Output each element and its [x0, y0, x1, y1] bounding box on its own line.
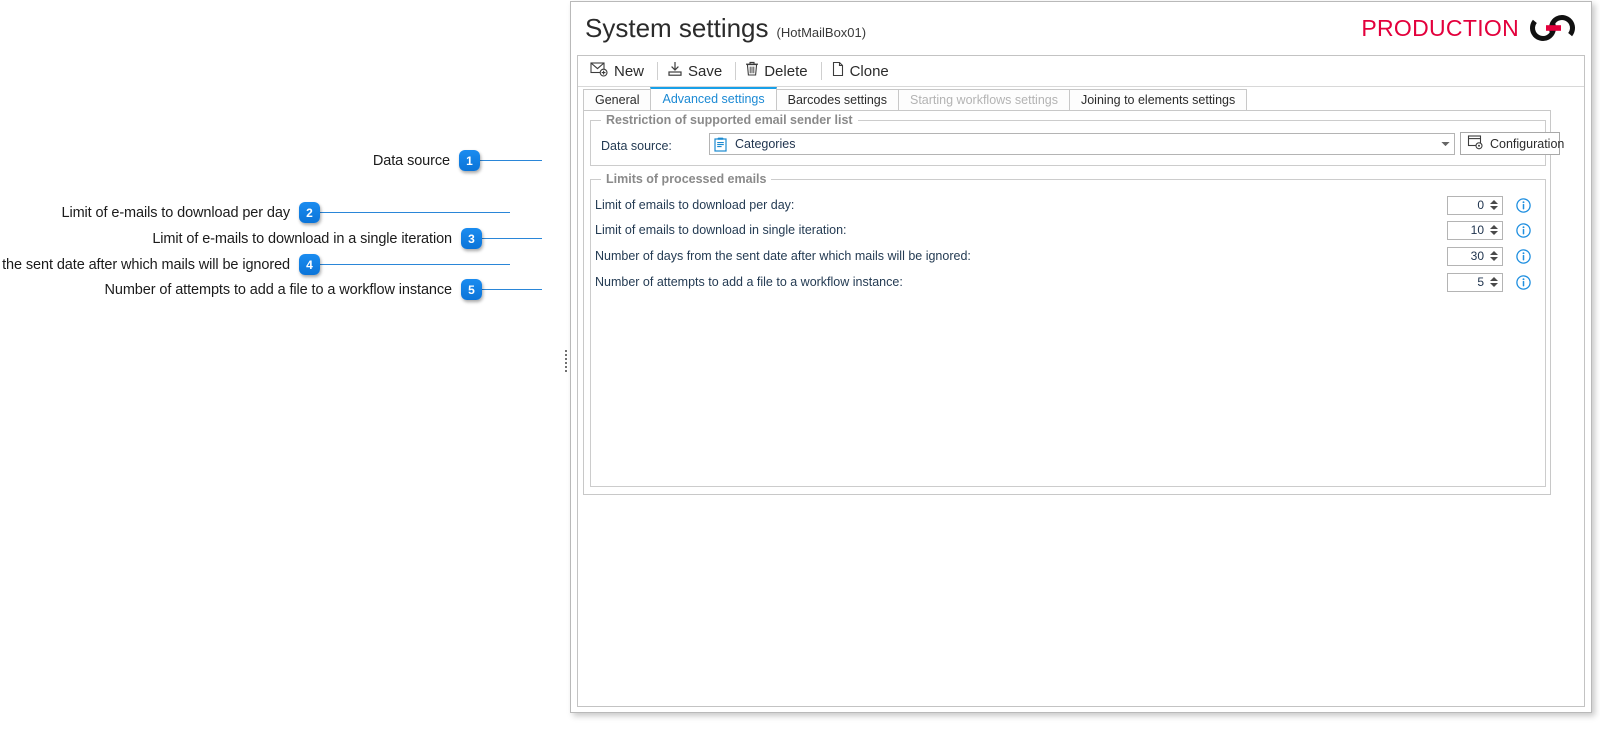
tab-joining-to-elements-settings[interactable]: Joining to elements settings: [1068, 89, 1248, 110]
advanced-settings-page: Restriction of supported email sender li…: [583, 110, 1564, 495]
limit-row-2-stepper[interactable]: [1488, 248, 1502, 265]
restriction-groupbox: Restriction of supported email sender li…: [590, 113, 1564, 166]
save-button[interactable]: Save: [663, 60, 730, 82]
callout-5: Number of attempts to add a file to a wo…: [104, 279, 542, 300]
stepper-down-icon[interactable]: [1490, 231, 1498, 235]
callout-1-badge: 1: [459, 150, 480, 171]
clone-button[interactable]: Clone: [827, 60, 897, 82]
tab-starting-workflows-settings: Starting workflows settings: [898, 89, 1070, 110]
info-icon[interactable]: [1516, 197, 1531, 213]
limit-row-0-label: Limit of emails to download per day:: [595, 198, 795, 212]
tab-general[interactable]: General: [583, 89, 652, 110]
stepper-up-icon[interactable]: [1490, 225, 1498, 229]
toolbar-separator-2: [735, 62, 737, 80]
limit-row-1-stepper[interactable]: [1488, 222, 1502, 239]
clone-button-label: Clone: [849, 62, 889, 80]
limits-groupbox-title: Limits of processed emails: [601, 172, 772, 186]
limit-row-3-label: Number of attempts to add a file to a wo…: [595, 275, 903, 289]
limit-row-1-value: 10: [1470, 223, 1484, 237]
brand-area: PRODUCTION: [1361, 13, 1577, 43]
chain-link-logo-icon: [1529, 13, 1577, 43]
restriction-groupbox-title: Restriction of supported email sender li…: [601, 113, 858, 127]
settings-tabstrip: General Advanced settings Barcodes setti…: [578, 87, 1584, 110]
save-icon: [667, 61, 683, 81]
callout-3-badge: 3: [461, 228, 482, 249]
trash-icon: [745, 61, 759, 81]
callout-1-leader: [480, 160, 542, 161]
info-icon[interactable]: [1516, 248, 1531, 264]
form-gear-icon: [1467, 134, 1484, 153]
splitter-grip[interactable]: [565, 350, 567, 374]
configuration-button[interactable]: Configuration: [1460, 132, 1564, 155]
stepper-down-icon[interactable]: [1490, 257, 1498, 261]
callout-5-label: Number of attempts to add a file to a wo…: [104, 281, 452, 298]
info-icon[interactable]: [1516, 222, 1531, 238]
toolbar-separator-3: [820, 62, 822, 80]
window-titlebar: System settings (HotMailBox01) PRODUCTIO…: [571, 2, 1591, 54]
callout-3: Limit of e-mails to download in a single…: [152, 228, 542, 249]
callout-1-label: Data source: [372, 152, 450, 169]
copy-page-icon: [831, 61, 845, 81]
new-button[interactable]: New: [586, 60, 652, 82]
tab-advanced-settings[interactable]: Advanced settings: [650, 87, 777, 110]
toolbar-separator-1: [657, 62, 659, 80]
delete-button[interactable]: Delete: [741, 60, 815, 82]
page-subtitle: (HotMailBox01): [776, 24, 867, 40]
callout-5-badge: 5: [461, 279, 482, 300]
callout-3-label: Limit of e-mails to download in a single…: [152, 230, 452, 247]
stepper-down-icon[interactable]: [1490, 283, 1498, 287]
configuration-button-label: Configuration: [1490, 136, 1565, 151]
callout-4-leader: [320, 264, 510, 265]
limit-row-1-spinner[interactable]: 10: [1447, 220, 1503, 240]
save-button-label: Save: [688, 62, 723, 80]
callout-4-label: Number of days from the sent date after …: [0, 256, 290, 273]
stepper-up-icon[interactable]: [1490, 251, 1498, 255]
limit-row-1-label: Limit of emails to download in single it…: [595, 223, 847, 237]
callout-2-leader: [320, 212, 510, 213]
callout-2-badge: 2: [299, 202, 320, 223]
chevron-down-icon[interactable]: [1436, 141, 1454, 147]
info-icon[interactable]: [1516, 274, 1531, 290]
limit-row-0-value: 0: [1477, 198, 1484, 212]
limit-row-3-stepper[interactable]: [1488, 274, 1502, 291]
stepper-up-icon[interactable]: [1490, 200, 1498, 204]
callout-2-label: Limit of e-mails to download per day: [61, 204, 290, 221]
new-mail-icon: [590, 61, 609, 81]
limit-row: Limit of emails to download per day: 0: [591, 194, 1545, 216]
limit-row-2-value: 30: [1470, 249, 1484, 263]
callout-1: Data source 1: [373, 150, 542, 171]
stepper-up-icon[interactable]: [1490, 277, 1498, 281]
delete-button-label: Delete: [764, 62, 808, 80]
environment-badge: PRODUCTION: [1361, 14, 1519, 41]
callout-3-leader: [482, 238, 542, 239]
data-source-label: Data source:: [601, 139, 672, 153]
callout-4-badge: 4: [299, 254, 320, 275]
callout-2: Limit of e-mails to download per day 2: [61, 202, 510, 223]
limit-row: Number of attempts to add a file to a wo…: [591, 271, 1545, 293]
list-document-icon: [714, 137, 727, 152]
limit-row-3-value: 5: [1477, 275, 1484, 289]
limits-groupbox: Limits of processed emails Limit of emai…: [590, 172, 1546, 487]
callout-5-leader: [482, 289, 542, 290]
content-frame: New Save Delete Clone General Advanced s…: [577, 55, 1585, 707]
system-settings-window: System settings (HotMailBox01) PRODUCTIO…: [570, 1, 1592, 713]
limit-row-0-stepper[interactable]: [1488, 197, 1502, 214]
data-source-value: Categories: [735, 137, 796, 151]
limit-row-3-spinner[interactable]: 5: [1447, 272, 1503, 292]
limit-row: Number of days from the sent date after …: [591, 245, 1545, 267]
command-toolbar: New Save Delete Clone: [578, 56, 1584, 87]
limit-row: Limit of emails to download in single it…: [591, 219, 1545, 241]
stepper-down-icon[interactable]: [1490, 206, 1498, 210]
tab-barcodes-settings[interactable]: Barcodes settings: [775, 89, 899, 110]
data-source-combobox[interactable]: Categories: [709, 133, 1455, 155]
limit-row-2-label: Number of days from the sent date after …: [595, 249, 971, 263]
callout-4: Number of days from the sent date after …: [0, 254, 510, 275]
limit-row-0-spinner[interactable]: 0: [1447, 195, 1503, 215]
limit-row-2-spinner[interactable]: 30: [1447, 246, 1503, 266]
page-title: System settings: [585, 12, 769, 43]
new-button-label: New: [614, 62, 645, 80]
